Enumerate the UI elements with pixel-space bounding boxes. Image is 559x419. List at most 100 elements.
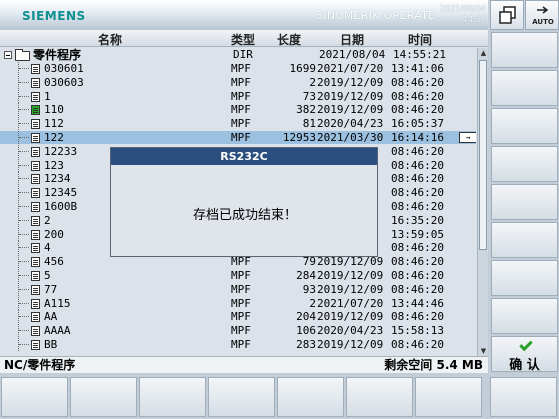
file-time: 08:46:20 xyxy=(391,282,444,296)
vsoftkey-7[interactable] xyxy=(491,260,558,296)
program-file-icon xyxy=(31,77,40,88)
confirm-button[interactable]: 确 认 xyxy=(491,336,558,373)
file-row[interactable]: AAAA MPF 106 2020/04/23 15:58:13 xyxy=(0,324,476,338)
file-time: 08:46:20 xyxy=(391,75,444,89)
file-row[interactable]: 110 MPF 382 2019/12/09 08:46:20 xyxy=(0,103,476,117)
file-time: 08:46:20 xyxy=(391,172,444,186)
hsoftkey-5[interactable] xyxy=(277,377,344,417)
file-name: 77 xyxy=(44,282,58,296)
file-date: 2020/04/23 xyxy=(317,324,384,338)
file-date: 2019/12/09 xyxy=(317,103,384,117)
file-row[interactable]: 112 MPF 81 2020/04/23 16:05:37 xyxy=(0,117,476,131)
hsoftkey-7[interactable] xyxy=(415,377,482,417)
folder-icon xyxy=(15,49,30,61)
file-length: 284 xyxy=(296,269,316,282)
file-name: 1234 xyxy=(44,172,71,186)
program-file-icon xyxy=(31,91,40,102)
file-time: 16:35:20 xyxy=(391,213,444,227)
scroll-thumb[interactable] xyxy=(479,60,487,250)
vsoftkey-8[interactable] xyxy=(491,298,558,334)
file-time: 16:05:37 xyxy=(391,117,444,131)
hsoftkey-4[interactable] xyxy=(208,377,275,417)
hsoftkey-3[interactable] xyxy=(139,377,206,417)
confirm-label: 确 认 xyxy=(509,358,540,373)
col-type[interactable]: 类型 xyxy=(231,31,255,48)
file-date: 2021/07/20 xyxy=(317,296,384,310)
file-row[interactable]: 030603 MPF 2 2019/12/09 08:46:20 xyxy=(0,75,476,89)
file-name: 123 xyxy=(44,158,64,172)
hsoftkey-2[interactable] xyxy=(70,377,137,417)
root-folder-row[interactable]: 零件程序 DIR 2021/08/04 14:55:21 xyxy=(2,48,476,62)
rs232-dialog: RS232C 存档已成功结束！ xyxy=(110,147,378,257)
root-date: 2021/08/04 xyxy=(319,48,386,61)
file-name: 456 xyxy=(44,255,64,269)
hsoftkey-8[interactable] xyxy=(490,377,557,417)
selected-file-row[interactable]: 122 MPF 12953 2021/03/30 16:14:16 → xyxy=(0,131,476,144)
file-row[interactable]: BB MPF 283 2019/12/09 08:46:20 xyxy=(0,338,476,351)
vsoftkey-4[interactable] xyxy=(491,146,558,182)
clock: 2021/08/04 14:56 xyxy=(440,3,486,25)
file-name: 110 xyxy=(44,103,64,117)
hsoftkey-6[interactable] xyxy=(346,377,413,417)
program-file-icon xyxy=(31,146,40,157)
vsoftkey-2[interactable] xyxy=(491,70,558,106)
file-length: 93 xyxy=(302,282,316,296)
file-length: 79 xyxy=(302,255,316,269)
file-length: 1699 xyxy=(289,62,317,75)
vsoftkey-1[interactable] xyxy=(491,32,558,68)
vsoftkey-6[interactable] xyxy=(491,222,558,258)
file-type: MPF xyxy=(231,269,251,282)
tree-line xyxy=(18,62,29,75)
tree-line xyxy=(18,310,29,324)
vertical-softkeys: 确 认 xyxy=(488,30,559,373)
vertical-scrollbar[interactable]: ▲ ▼ xyxy=(477,48,488,356)
col-time[interactable]: 时间 xyxy=(408,31,432,48)
file-length: 106 xyxy=(296,324,316,338)
file-row[interactable]: A115 MPF 2 2021/07/20 13:44:46 xyxy=(0,296,476,310)
file-time: 08:46:20 xyxy=(391,255,444,269)
program-file-icon xyxy=(31,133,40,143)
file-time: 08:46:20 xyxy=(391,158,444,172)
file-date: 2020/04/23 xyxy=(317,117,384,131)
file-date: 2019/12/09 xyxy=(317,255,384,269)
tree-line xyxy=(18,200,29,213)
file-row[interactable]: 030601 MPF 1699 2021/07/20 13:41:06 xyxy=(0,62,476,75)
vsoftkey-5[interactable] xyxy=(491,184,558,220)
file-name: AAAA xyxy=(44,324,71,338)
collapse-icon[interactable] xyxy=(4,51,12,59)
hsoftkey-1[interactable] xyxy=(1,377,68,417)
file-time: 08:46:20 xyxy=(391,200,444,213)
col-length[interactable]: 长度 xyxy=(277,31,301,48)
file-length: 2 xyxy=(309,296,316,310)
file-row[interactable]: 77 MPF 93 2019/12/09 08:46:20 xyxy=(0,282,476,296)
dialog-message: 存档已成功结束！ xyxy=(192,208,297,223)
vsoftkey-3[interactable] xyxy=(491,108,558,144)
file-length: 12953 xyxy=(282,131,316,144)
file-name: 200 xyxy=(44,227,64,241)
file-row[interactable]: 5 MPF 284 2019/12/09 08:46:20 xyxy=(0,269,476,282)
tree-line xyxy=(18,255,29,269)
file-time: 15:58:13 xyxy=(391,324,444,338)
auto-mode-button[interactable]: AUTO xyxy=(525,0,559,30)
clock-time: 14:56 xyxy=(462,15,486,24)
col-date[interactable]: 日期 xyxy=(340,31,364,48)
file-name: 030603 xyxy=(44,75,84,89)
file-date: 2021/03/30 xyxy=(317,131,384,144)
file-length: 81 xyxy=(302,117,316,131)
file-row[interactable]: 1 MPF 73 2019/12/09 08:46:20 xyxy=(0,89,476,103)
file-name: 030601 xyxy=(44,62,84,75)
program-selected-icon xyxy=(31,105,40,116)
file-name: 12233 xyxy=(44,144,78,158)
tree-line xyxy=(18,172,29,186)
file-row[interactable]: 456 MPF 79 2019/12/09 08:46:20 xyxy=(0,255,476,269)
file-name: 2 xyxy=(44,213,51,227)
tree-line xyxy=(18,144,29,158)
open-arrow-icon[interactable]: → xyxy=(459,132,476,143)
file-type: MPF xyxy=(231,62,251,75)
col-name[interactable]: 名称 xyxy=(98,31,122,48)
file-row[interactable]: AA MPF 204 2019/12/09 08:46:20 xyxy=(0,310,476,324)
tree-line xyxy=(18,89,29,103)
file-name: 1 xyxy=(44,89,51,103)
window-switch-button[interactable] xyxy=(490,0,524,30)
file-name: 1600B xyxy=(44,200,78,213)
